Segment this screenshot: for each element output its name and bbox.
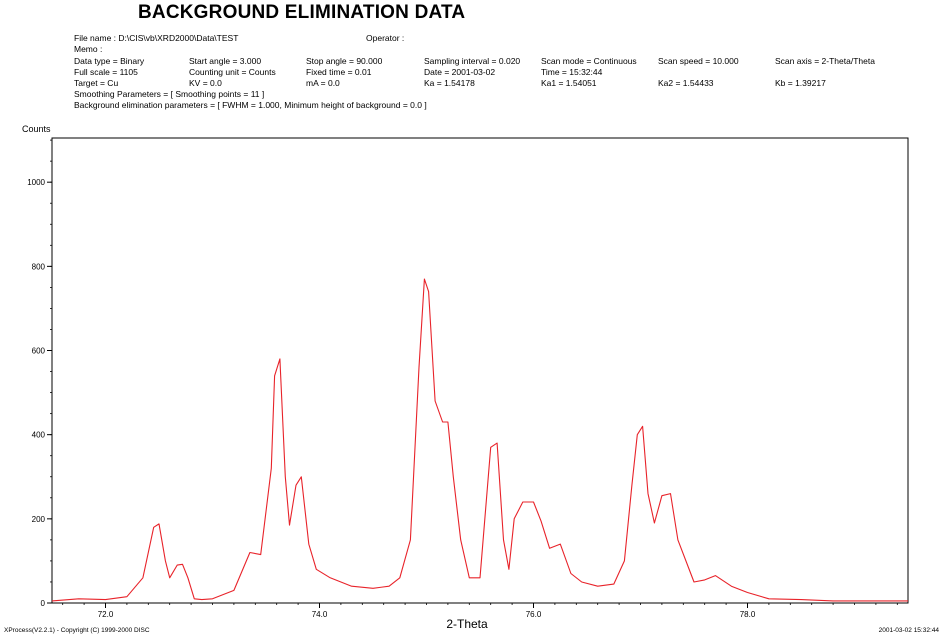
x-tick-label: 76.0 — [526, 610, 542, 619]
y-tick-label: 1000 — [27, 178, 45, 187]
y-tick-label: 200 — [32, 515, 46, 524]
y-tick-label: 600 — [32, 347, 46, 356]
x-axis-label: 2-Theta — [446, 617, 488, 631]
y-tick-label: 800 — [32, 262, 46, 271]
y-tick-label: 0 — [41, 599, 46, 608]
x-tick-label: 74.0 — [312, 610, 328, 619]
y-tick-label: 400 — [32, 431, 46, 440]
y-axis-label: Counts — [22, 124, 51, 134]
y-axis-ticks: 0 200 400 600 800 1000 — [27, 178, 52, 608]
footer-timestamp: 2001-03-02 15:32:44 — [878, 627, 939, 634]
diffraction-series-line — [51, 278, 908, 602]
minor-ticks — [50, 139, 898, 605]
xrd-chart: 0 200 400 600 800 1000 72.0 74.0 76.0 78.0 Count… — [22, 124, 909, 631]
x-axis-ticks: 72.0 74.0 76.0 78.0 — [98, 603, 756, 619]
plot-frame — [51, 137, 909, 604]
footer-copyright: XProcess(V2.2.1) - Copyright (C) 1999-20… — [4, 627, 150, 634]
x-tick-label: 72.0 — [98, 610, 114, 619]
x-tick-label: 78.0 — [740, 610, 756, 619]
